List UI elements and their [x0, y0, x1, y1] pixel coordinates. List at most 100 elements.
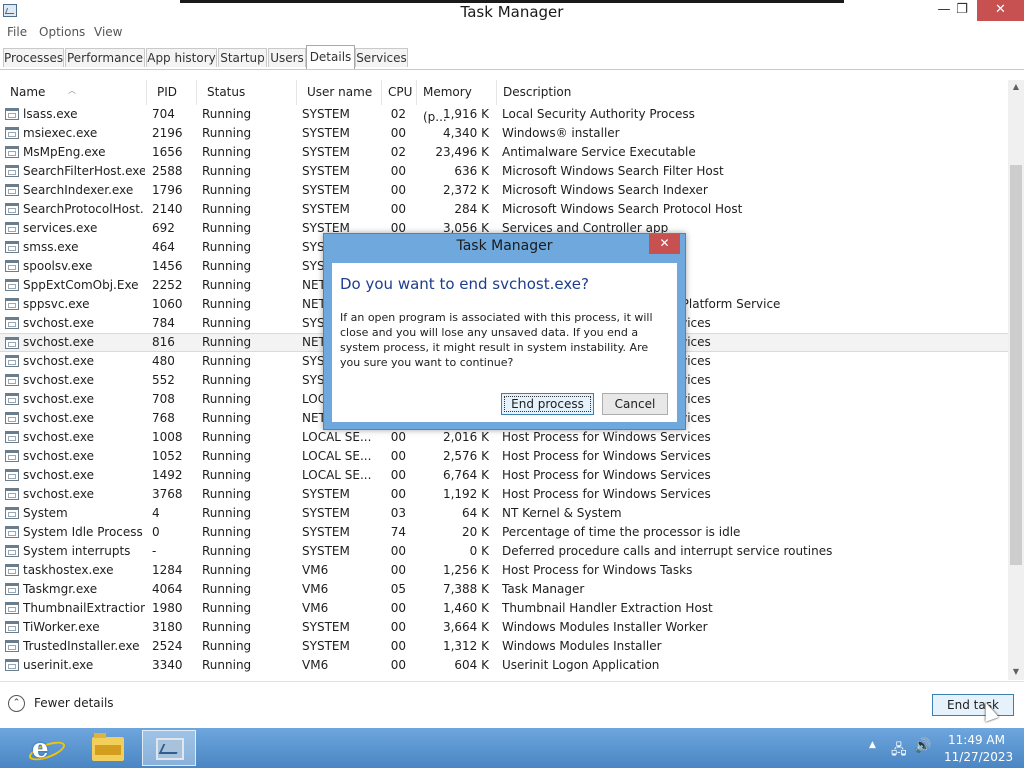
- end-task-button[interactable]: End task: [932, 694, 1014, 716]
- process-name: svchost.exe: [23, 354, 94, 368]
- volume-icon[interactable]: 🔊: [914, 738, 931, 778]
- process-name: svchost.exe: [23, 468, 94, 482]
- process-status: Running: [202, 658, 252, 672]
- process-cpu: 00: [390, 563, 406, 577]
- process-icon: [5, 583, 19, 595]
- menu-bar: File Options View: [0, 24, 1024, 44]
- tab-users[interactable]: Users: [268, 48, 306, 67]
- title-bar: Task Manager — ❐ ✕: [0, 0, 1024, 23]
- menu-options[interactable]: Options: [39, 25, 85, 39]
- process-pid: 768: [152, 411, 175, 425]
- col-pid[interactable]: PID: [146, 80, 196, 105]
- process-pid: 464: [152, 240, 175, 254]
- collapse-chevron-icon[interactable]: ⌃: [8, 695, 25, 712]
- menu-file[interactable]: File: [7, 25, 27, 39]
- process-status: Running: [202, 544, 252, 558]
- process-icon: [5, 165, 19, 177]
- table-row[interactable]: svchost.exe 3768 Running SYSTEM 00 1,192 K Hos…: [0, 485, 1008, 504]
- end-process-dialog: Task Manager ✕ Do you want to end svchos…: [323, 233, 686, 430]
- col-name[interactable]: Name ︿: [0, 80, 146, 105]
- taskbar-task-manager[interactable]: [142, 730, 196, 766]
- taskbar-internet-explorer[interactable]: e: [18, 730, 72, 766]
- tab-app-history[interactable]: App history: [146, 48, 217, 67]
- process-description: Microsoft Windows Search Filter Host: [502, 164, 724, 178]
- fewer-details-link[interactable]: Fewer details: [34, 696, 114, 710]
- table-row[interactable]: System 4 Running SYSTEM 03 64 K NT Kernel & Sy…: [0, 504, 1008, 523]
- table-row[interactable]: TrustedInstaller.exe 2524 Running SYSTEM 00 1…: [0, 637, 1008, 656]
- table-row[interactable]: taskhostex.exe 1284 Running VM6 00 1,256 K Hos…: [0, 561, 1008, 580]
- table-row[interactable]: svchost.exe 1492 Running LOCAL SE... 00 6,764…: [0, 466, 1008, 485]
- tab-performance[interactable]: Performance: [65, 48, 145, 67]
- tab-startup[interactable]: Startup: [218, 48, 267, 67]
- process-memory: 6,764 K: [442, 468, 489, 482]
- table-row[interactable]: SearchIndexer.exe 1796 Running SYSTEM 00 2,37…: [0, 181, 1008, 200]
- menu-view[interactable]: View: [94, 25, 122, 39]
- dialog-close-button[interactable]: ✕: [649, 234, 680, 254]
- process-cpu: 00: [390, 202, 406, 216]
- tab-processes[interactable]: Processes: [3, 48, 64, 67]
- table-row[interactable]: TiWorker.exe 3180 Running SYSTEM 00 3,664 K Wi…: [0, 618, 1008, 637]
- process-description: Host Process for Windows Services: [502, 487, 711, 501]
- process-description: Windows Modules Installer Worker: [502, 620, 708, 634]
- table-row[interactable]: SearchFilterHost.exe 2588 Running SYSTEM 00 6…: [0, 162, 1008, 181]
- col-memory[interactable]: Memory (p...: [416, 80, 496, 124]
- scrollbar-thumb[interactable]: [1010, 165, 1022, 565]
- table-row[interactable]: svchost.exe 1052 Running LOCAL SE... 00 2,576…: [0, 447, 1008, 466]
- table-row[interactable]: msiexec.exe 2196 Running SYSTEM 00 4,340 K Win…: [0, 124, 1008, 143]
- scroll-down-arrow-icon[interactable]: ▼: [1008, 667, 1024, 676]
- col-status[interactable]: Status: [196, 80, 296, 105]
- table-row[interactable]: SearchProtocolHost.... 2140 Running SYSTEM 0…: [0, 200, 1008, 219]
- process-pid: 1052: [152, 449, 183, 463]
- process-pid: 2524: [152, 639, 183, 653]
- process-name: System Idle Process: [23, 525, 143, 539]
- process-cpu: 00: [390, 126, 406, 140]
- table-row[interactable]: svchost.exe 1008 Running LOCAL SE... 00 2,016…: [0, 428, 1008, 447]
- scroll-up-arrow-icon[interactable]: ▲: [1008, 82, 1024, 91]
- footer-bar: ⌃ Fewer details End task: [0, 681, 1024, 728]
- process-description: Antimalware Service Executable: [502, 145, 696, 159]
- table-row[interactable]: MsMpEng.exe 1656 Running SYSTEM 02 23,496 K An…: [0, 143, 1008, 162]
- internet-explorer-icon: e: [32, 734, 49, 764]
- process-cpu: 00: [390, 544, 406, 558]
- process-description: Windows® installer: [502, 126, 620, 140]
- process-status: Running: [202, 449, 252, 463]
- table-row[interactable]: System interrupts - Running SYSTEM 00 0 K Defe…: [0, 542, 1008, 561]
- task-manager-icon: [156, 738, 184, 760]
- table-row[interactable]: lsass.exe 704 Running SYSTEM 02 1,916 K Local …: [0, 105, 1008, 124]
- col-user-name[interactable]: User name: [296, 80, 381, 105]
- clock-date[interactable]: 11/27/2023: [944, 750, 1013, 764]
- col-description[interactable]: Description: [496, 80, 1008, 105]
- process-pid: 4: [152, 506, 160, 520]
- table-row[interactable]: ThumbnailExtraction... 1980 Running VM6 00 1,…: [0, 599, 1008, 618]
- table-row[interactable]: System Idle Process 0 Running SYSTEM 74 20 K P…: [0, 523, 1008, 542]
- restore-button[interactable]: ❐: [946, 0, 978, 21]
- cancel-button[interactable]: Cancel: [602, 393, 668, 415]
- network-icon[interactable]: 🖧: [891, 739, 907, 779]
- close-button[interactable]: ✕: [977, 0, 1024, 21]
- dialog-heading: Do you want to end svchost.exe?: [340, 275, 589, 293]
- process-name: sppsvc.exe: [23, 297, 90, 311]
- process-memory: 4,340 K: [442, 126, 489, 140]
- process-description: Host Process for Windows Services: [502, 468, 711, 482]
- process-cpu: 00: [390, 449, 406, 463]
- process-pid: 2196: [152, 126, 183, 140]
- process-name: msiexec.exe: [23, 126, 98, 140]
- taskbar-file-explorer[interactable]: [81, 730, 135, 766]
- process-icon: [5, 260, 19, 272]
- tab-details[interactable]: Details: [306, 45, 355, 69]
- table-row[interactable]: userinit.exe 3340 Running VM6 00 604 K Userini…: [0, 656, 1008, 675]
- end-process-button[interactable]: End process: [501, 393, 594, 415]
- process-memory: 1,256 K: [442, 563, 489, 577]
- process-memory: 0 K: [469, 544, 489, 558]
- clock-time[interactable]: 11:49 AM: [948, 733, 1005, 747]
- process-status: Running: [202, 525, 252, 539]
- process-description: Microsoft Windows Search Protocol Host: [502, 202, 743, 216]
- col-cpu[interactable]: CPU: [381, 80, 416, 105]
- table-row[interactable]: Taskmgr.exe 4064 Running VM6 05 7,388 K Task M…: [0, 580, 1008, 599]
- tab-services[interactable]: Services: [355, 48, 408, 67]
- process-name: smss.exe: [23, 240, 79, 254]
- process-name: svchost.exe: [23, 373, 94, 387]
- process-user: VM6: [302, 658, 329, 672]
- show-hidden-icons-icon[interactable]: ▲: [869, 740, 876, 780]
- process-name: svchost.exe: [23, 487, 94, 501]
